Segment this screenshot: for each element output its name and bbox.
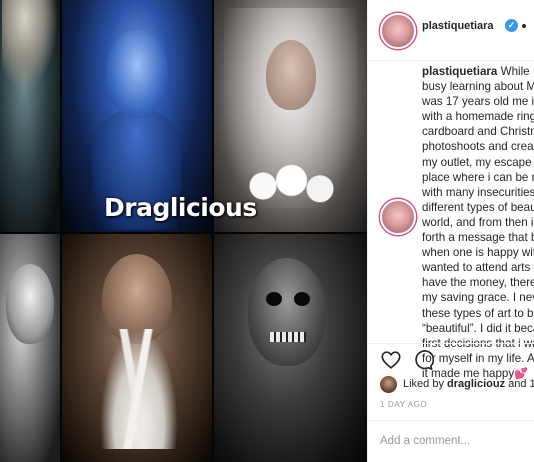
caption-text: wanted to attend arts s <box>422 261 534 275</box>
action-bar <box>368 343 534 372</box>
likes-count[interactable]: and 16 <box>505 378 534 390</box>
avatar[interactable] <box>380 13 416 49</box>
caption-text: busy learning about Ma <box>422 80 534 94</box>
comment-input[interactable] <box>380 431 530 451</box>
caption-line: busy learning about Ma <box>422 79 534 94</box>
caption-text: when one is happy with <box>422 246 534 260</box>
caption-text: my saving grace. I neve <box>422 291 534 305</box>
caption-text: these types of art to be <box>422 306 534 320</box>
verified-badge-icon: ✓ <box>505 19 518 32</box>
caption-text: forth a message that be <box>422 231 534 245</box>
photo-tile-horned <box>0 0 60 232</box>
caption-text: my outlet, my escape fr <box>422 155 534 169</box>
white-roses-shape <box>244 158 339 214</box>
white-skull-face-shape <box>6 264 54 344</box>
more-options-icon[interactable] <box>522 24 526 28</box>
caption-line: with a homemade ring li <box>422 109 534 124</box>
caption-line: cardboard and Christma <box>422 124 534 139</box>
post-header: plastiquetiara ✓ <box>368 0 534 61</box>
post-timestamp[interactable]: 1 DAY AGO <box>380 400 427 409</box>
skeleton-eye-right <box>294 292 310 306</box>
caption-text: world, and from then i w <box>422 215 534 229</box>
caption-text: cardboard and Christma <box>422 125 534 139</box>
caption-line: “beautiful”. I did it becau <box>422 321 534 336</box>
caption-username[interactable]: plastiquetiara <box>422 65 497 78</box>
caption-text: was 17 years old me in r <box>422 95 534 109</box>
caption-text: have the money, therefo <box>422 276 534 290</box>
liker-username[interactable]: dragliciouz <box>447 378 505 390</box>
caption-line: plastiquetiara While <box>422 64 534 79</box>
caption-line: world, and from then i w <box>422 215 534 230</box>
caption-line: forth a message that be <box>422 230 534 245</box>
skeleton-eye-left <box>266 292 282 306</box>
claws-shape <box>100 329 178 449</box>
post-sidebar: plastiquetiara ✓ plastiquetiara While bus… <box>367 0 534 462</box>
horn-shape <box>2 0 58 90</box>
likes-summary[interactable]: Liked by dragliciouz and 16 <box>403 378 534 390</box>
bride-face-shape <box>266 40 316 110</box>
watermark-logo: Draglicious <box>104 193 257 222</box>
caption-line: these types of art to be <box>422 306 534 321</box>
caption-text: While <box>500 65 530 78</box>
caption-line: my saving grace. I neve <box>422 290 534 305</box>
heart-icon[interactable] <box>380 349 402 371</box>
caption-line: with many insecurities, i <box>422 185 534 200</box>
caption-text: with many insecurities, i <box>422 185 534 199</box>
skeleton-face-shape <box>248 258 326 366</box>
caption-avatar[interactable] <box>380 199 416 235</box>
username-link[interactable]: plastiquetiara <box>422 20 494 32</box>
caption-text: place where i can be my <box>422 170 534 184</box>
blue-face-shape <box>106 30 168 118</box>
post-image[interactable]: Draglicious <box>0 0 367 462</box>
caption-line: have the money, therefo <box>422 275 534 290</box>
caption-text: different types of beaut <box>422 200 534 214</box>
caption-line: place where i can be my <box>422 170 534 185</box>
photo-tile-claws <box>62 234 212 462</box>
caption-text: with a homemade ring li <box>422 110 534 124</box>
photo-tile-white-skull <box>0 234 60 462</box>
caption-line: my outlet, my escape fr <box>422 155 534 170</box>
caption-text: “beautiful”. I did it becau <box>422 321 534 335</box>
caption-line: when one is happy with <box>422 245 534 260</box>
post-caption: plastiquetiara While busy learning about … <box>422 64 534 381</box>
skeleton-teeth <box>270 332 306 342</box>
likes-row: Liked by dragliciouz and 16 <box>380 376 534 394</box>
caption-text: photoshoots and creatin <box>422 140 534 154</box>
caption-line: wanted to attend arts s <box>422 260 534 275</box>
caption-line: different types of beaut <box>422 200 534 215</box>
comment-icon[interactable] <box>412 349 434 371</box>
comment-box <box>368 420 534 462</box>
caption-line: was 17 years old me in r <box>422 94 534 109</box>
photo-tile-skeleton <box>214 234 367 462</box>
caption-line: photoshoots and creatin <box>422 139 534 154</box>
liker-avatar[interactable] <box>380 376 397 393</box>
likes-prefix: Liked by <box>403 378 448 390</box>
